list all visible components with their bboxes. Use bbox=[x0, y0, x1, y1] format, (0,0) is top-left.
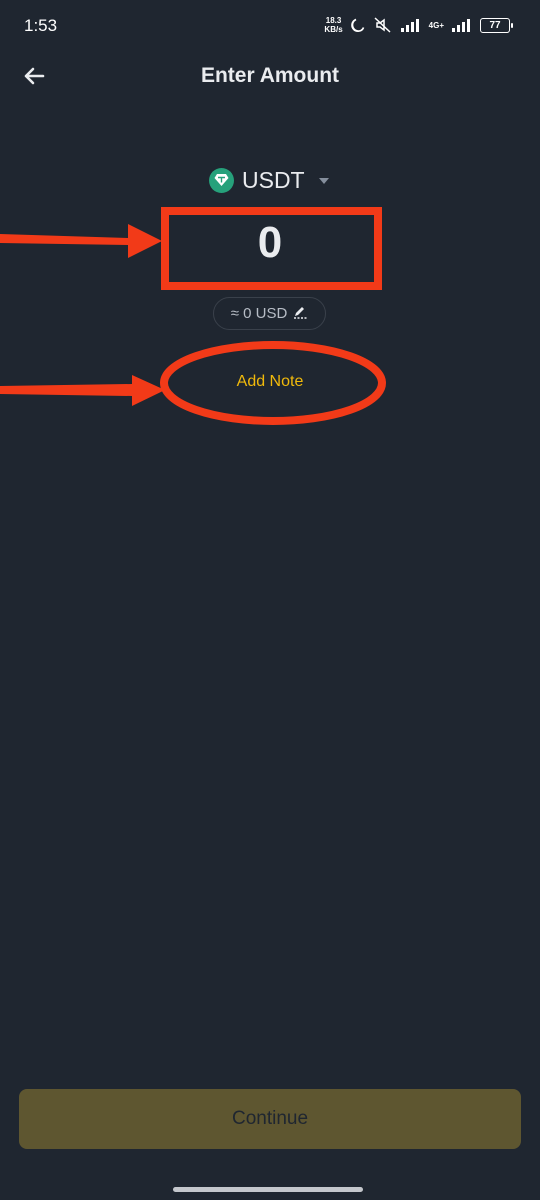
usd-equivalent-text: ≈ 0 USD bbox=[230, 305, 288, 322]
caret-down-icon bbox=[318, 171, 329, 189]
signal-type: 4G+ bbox=[428, 20, 444, 30]
page-title: Enter Amount bbox=[200, 64, 340, 87]
network-speed: 18.3 KB/s bbox=[324, 16, 342, 34]
coin-selector[interactable]: USDT bbox=[209, 164, 329, 196]
usd-equivalent-toggle[interactable]: ≈ 0 USD bbox=[213, 297, 326, 330]
network-speed-value: 18.3 bbox=[325, 16, 342, 25]
amount-input[interactable]: 0 bbox=[0, 218, 540, 268]
add-note-link[interactable]: Add Note bbox=[0, 373, 540, 391]
signal-icon bbox=[400, 18, 422, 32]
status-bar-icons: 18.3 KB/s 4G+ 77 bbox=[324, 16, 513, 34]
coin-name: USDT bbox=[242, 166, 305, 193]
signal-4g-label: 4G+ bbox=[429, 21, 444, 30]
status-time: 1:53 bbox=[24, 16, 58, 35]
moon-icon bbox=[350, 17, 366, 33]
tether-icon bbox=[209, 167, 234, 193]
battery-level: 77 bbox=[489, 19, 501, 31]
mute-icon bbox=[373, 17, 393, 33]
home-indicator[interactable] bbox=[173, 1187, 363, 1192]
network-speed-unit: KB/s bbox=[324, 25, 343, 34]
continue-button[interactable]: Continue bbox=[19, 1089, 521, 1149]
screen: 1:53 18.3 KB/s 4G+ 77 Enter Amount USDT … bbox=[0, 0, 540, 1200]
edit-icon bbox=[293, 305, 308, 323]
battery-icon: 77 bbox=[480, 17, 513, 33]
signal-icon-2 bbox=[451, 18, 473, 32]
continue-label: Continue bbox=[231, 1108, 309, 1129]
